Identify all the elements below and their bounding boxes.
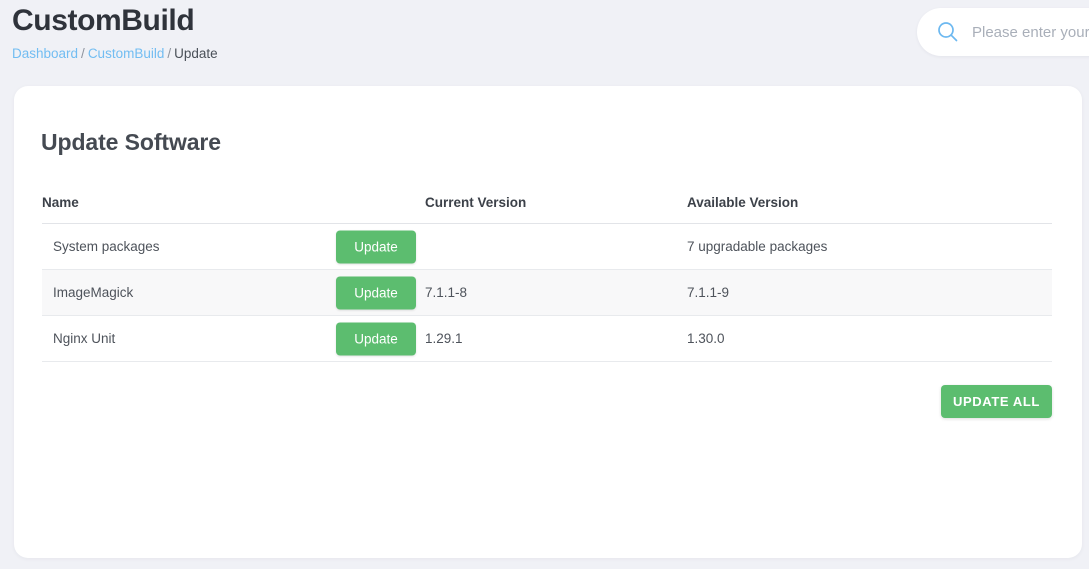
column-header-current-version: Current Version: [425, 195, 687, 224]
cell-name: ImageMagick Update: [42, 270, 425, 316]
column-header-name: Name: [42, 195, 425, 224]
table-header: Name Current Version Available Version: [42, 195, 1052, 224]
breadcrumb: Dashboard/CustomBuild/Update: [12, 45, 218, 62]
cell-current-version: [425, 224, 687, 270]
search-icon: [937, 21, 959, 43]
top-bar: CustomBuild Dashboard/CustomBuild/Update: [0, 0, 1089, 86]
cell-name: System packages Update: [42, 224, 425, 270]
update-button-imagemagick[interactable]: Update: [336, 276, 416, 309]
table-row: Nginx Unit Update 1.29.1 1.30.0: [42, 316, 1052, 362]
page-title: CustomBuild: [12, 2, 194, 40]
table-header-row: Name Current Version Available Version: [42, 195, 1052, 224]
update-software-table: Name Current Version Available Version S…: [42, 195, 1052, 362]
cell-current-version: 7.1.1-8: [425, 270, 687, 316]
update-software-card: Update Software Name Current Version Ava…: [14, 86, 1082, 558]
search-input[interactable]: [972, 21, 1089, 43]
breadcrumb-item-update: Update: [174, 46, 218, 61]
cell-current-version: 1.29.1: [425, 316, 687, 362]
software-name: System packages: [53, 239, 160, 254]
cell-available-version: 1.30.0: [687, 316, 1052, 362]
software-name: ImageMagick: [53, 285, 133, 300]
table-row: System packages Update 7 upgradable pack…: [42, 224, 1052, 270]
cell-available-version: 7 upgradable packages: [687, 224, 1052, 270]
breadcrumb-item-custombuild[interactable]: CustomBuild: [88, 46, 165, 61]
cell-name: Nginx Unit Update: [42, 316, 425, 362]
cell-available-version: 7.1.1-9: [687, 270, 1052, 316]
software-name: Nginx Unit: [53, 331, 115, 346]
breadcrumb-separator: /: [81, 46, 85, 61]
update-all-button[interactable]: UPDATE ALL: [941, 385, 1052, 418]
update-button-nginx-unit[interactable]: Update: [336, 322, 416, 355]
card-title: Update Software: [41, 129, 221, 156]
table-body: System packages Update 7 upgradable pack…: [42, 224, 1052, 362]
breadcrumb-separator: /: [167, 46, 171, 61]
table-row: ImageMagick Update 7.1.1-8 7.1.1-9: [42, 270, 1052, 316]
update-button-system-packages[interactable]: Update: [336, 230, 416, 263]
column-header-available-version: Available Version: [687, 195, 1052, 224]
search-box[interactable]: [917, 8, 1089, 56]
breadcrumb-item-dashboard[interactable]: Dashboard: [12, 46, 78, 61]
